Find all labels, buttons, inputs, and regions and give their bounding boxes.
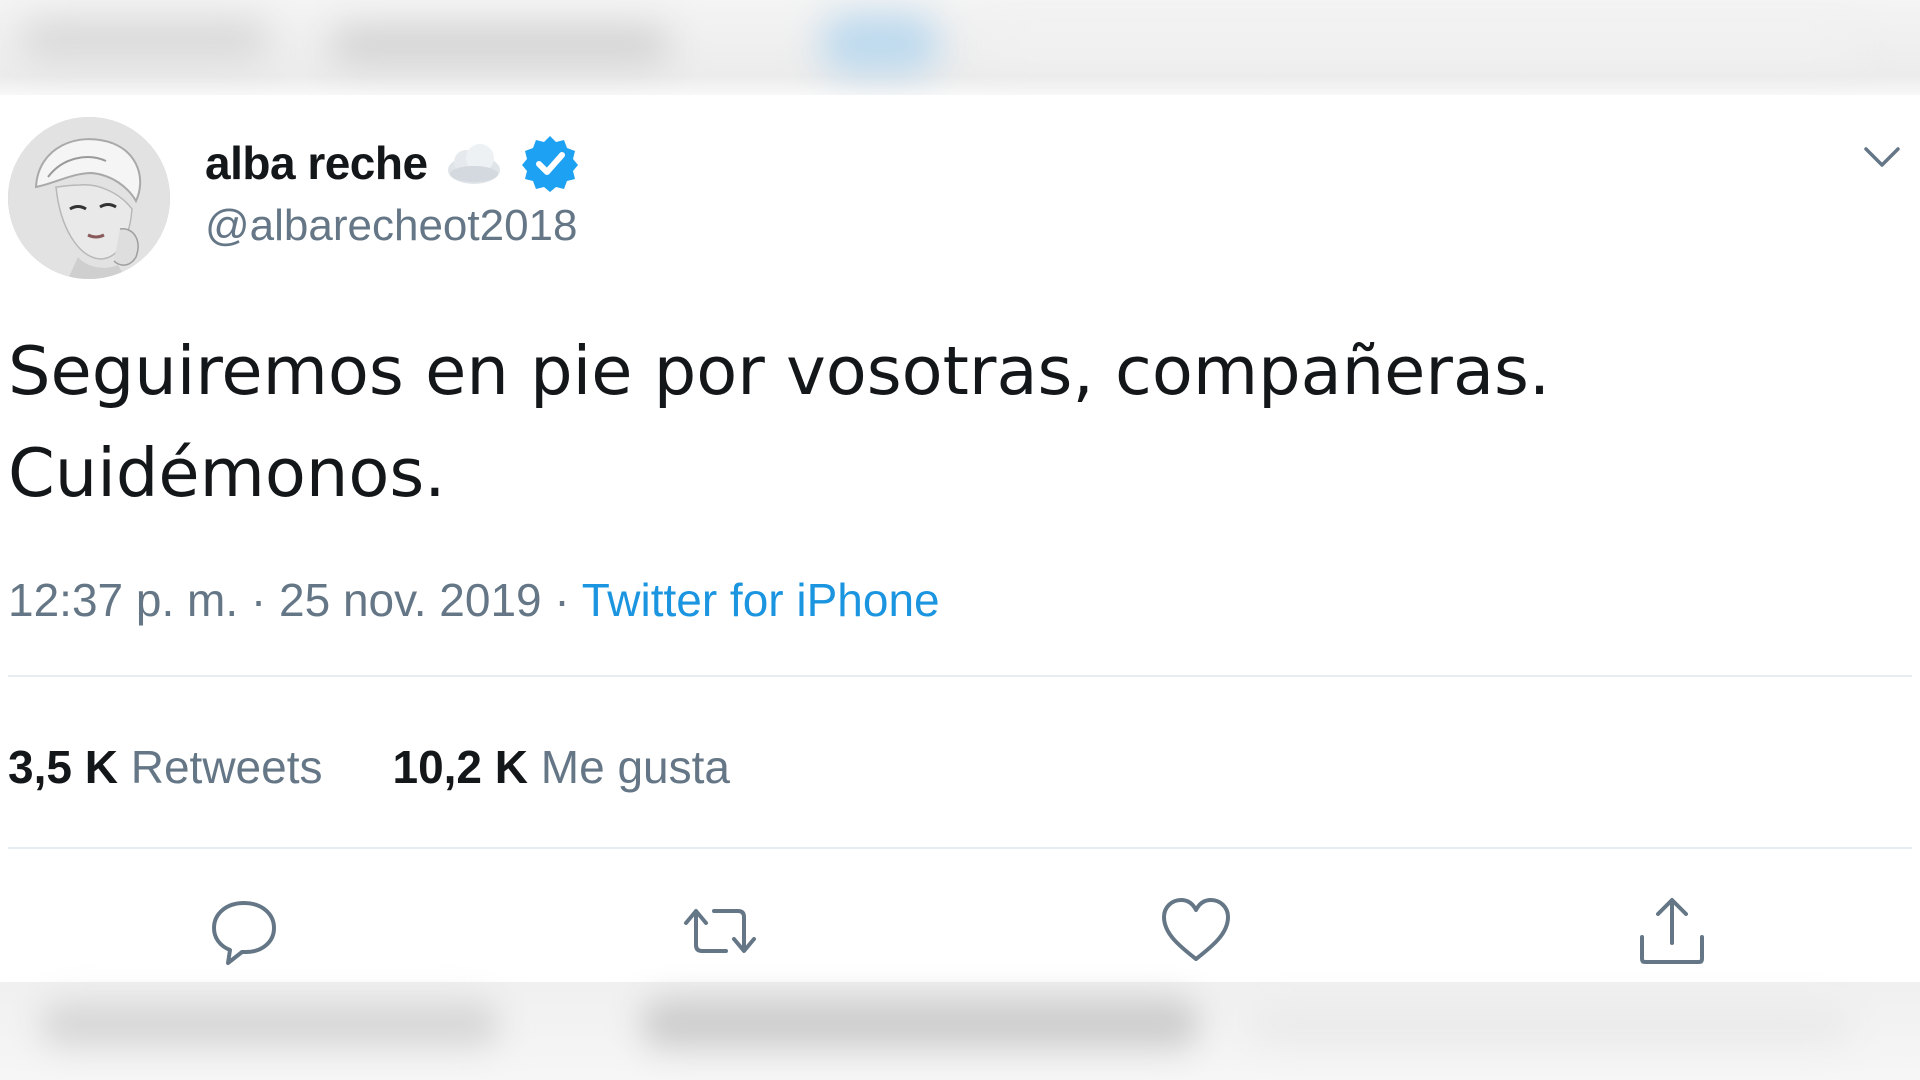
reply-icon[interactable] xyxy=(206,893,282,969)
author-name-row: alba reche xyxy=(205,135,580,192)
tweet-text: Seguiremos en pie por vosotras, compañer… xyxy=(8,332,1551,512)
retweets-label: Retweets xyxy=(130,741,323,793)
tweet-card[interactable]: alba reche @albarecheot2018 Seguiremos e… xyxy=(0,95,1920,982)
retweet-icon[interactable] xyxy=(682,893,758,969)
likes-count: 10,2 K xyxy=(392,741,529,793)
tweet-meta: 12:37 p. m. · 25 nov. 2019 · Twitter for… xyxy=(8,573,940,627)
author-handle[interactable]: @albarecheot2018 xyxy=(205,201,578,251)
avatar-portrait-image xyxy=(8,117,170,279)
screenshot-stage: alba reche @albarecheot2018 Seguiremos e… xyxy=(0,0,1920,1080)
divider xyxy=(8,847,1912,849)
display-name[interactable]: alba reche xyxy=(205,136,428,190)
blurred-footer xyxy=(0,982,1920,1080)
meta-separator: · xyxy=(541,574,582,626)
cloud-icon xyxy=(447,144,500,184)
meta-separator: · xyxy=(238,574,280,626)
like-icon[interactable] xyxy=(1158,893,1234,969)
likes-label: Me gusta xyxy=(540,741,731,793)
tweet-source-link[interactable]: Twitter for iPhone xyxy=(582,574,940,626)
tweet-time[interactable]: 12:37 p. m. xyxy=(8,574,238,626)
verified-badge-icon xyxy=(521,136,578,192)
divider xyxy=(8,675,1912,677)
share-icon[interactable] xyxy=(1634,893,1710,969)
retweets-stat[interactable]: 3,5 K Retweets xyxy=(8,740,322,794)
chevron-down-icon[interactable] xyxy=(1862,143,1902,173)
tweet-date[interactable]: 25 nov. 2019 xyxy=(279,574,542,626)
likes-stat[interactable]: 10,2 K Me gusta xyxy=(392,740,730,794)
tweet-actions xyxy=(0,885,1920,975)
avatar[interactable] xyxy=(8,117,170,279)
blurred-header xyxy=(0,0,1920,95)
tweet-stats: 3,5 K Retweets 10,2 K Me gusta xyxy=(8,740,730,794)
retweets-count: 3,5 K xyxy=(8,741,118,793)
